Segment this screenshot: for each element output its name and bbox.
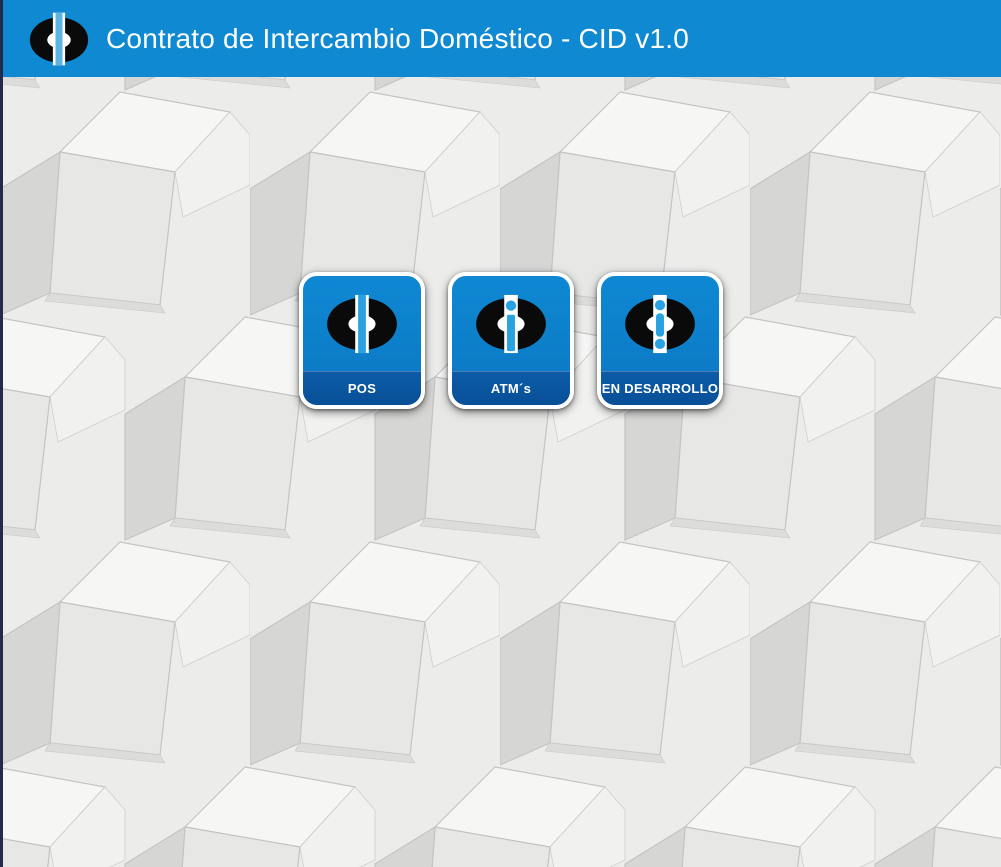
card-label: ATM´s [452, 371, 570, 405]
page-left-edge [0, 0, 3, 867]
card-en-desarrollo[interactable]: EN DESARROLLO [597, 272, 723, 409]
card-atms[interactable]: ATM´s [448, 272, 574, 409]
card-label: POS [303, 371, 421, 405]
card-atms-icon-area [452, 276, 570, 371]
launcher-cards: POS ATM´s [299, 272, 723, 409]
card-pos-icon-area [303, 276, 421, 371]
app-header: Contrato de Intercambio Doméstico - CID … [0, 0, 1001, 77]
page-title: Contrato de Intercambio Doméstico - CID … [106, 23, 689, 55]
cid-dotted-i-icon [621, 293, 699, 355]
main-area: POS ATM´s [0, 77, 1001, 867]
cid-logo-icon [28, 12, 90, 66]
card-pos[interactable]: POS [299, 272, 425, 409]
card-label: EN DESARROLLO [601, 371, 719, 405]
cid-i-icon [472, 293, 550, 355]
card-en-desarrollo-icon-area [601, 276, 719, 371]
cid-bar-icon [323, 293, 401, 355]
geometric-wallpaper [0, 77, 1001, 867]
